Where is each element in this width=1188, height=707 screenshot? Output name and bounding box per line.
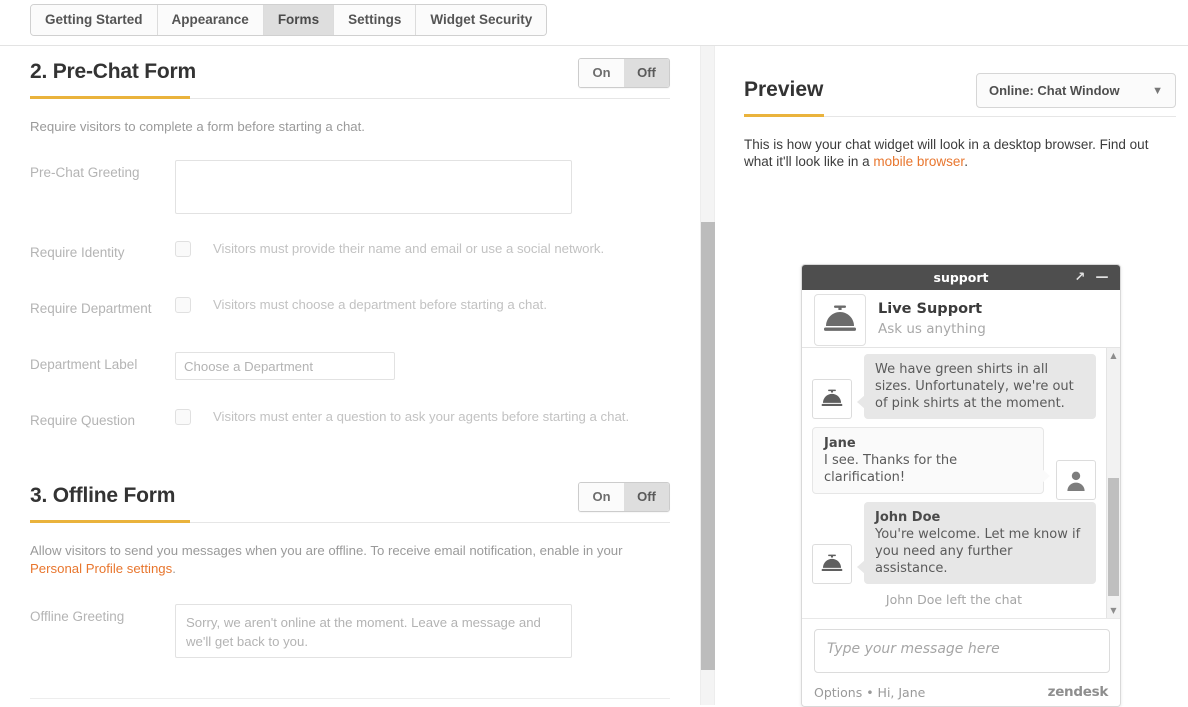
chat-widget-message-list: We have green shirts in all sizes. Unfor… bbox=[802, 348, 1120, 618]
section-offline-form: 3. Offline Form On Off Allow visitors to… bbox=[30, 482, 670, 658]
row-offline-greeting: Offline Greeting Sorry, we aren't online… bbox=[30, 604, 670, 658]
offline-greeting-input[interactable]: Sorry, we aren't online at the moment. L… bbox=[175, 604, 572, 658]
chat-widget-agent-tagline: Ask us anything bbox=[878, 321, 986, 337]
tab-bar: Getting Started Appearance Forms Setting… bbox=[0, 0, 1188, 46]
prechat-toggle[interactable]: On Off bbox=[578, 58, 670, 88]
chat-widget-preview: support ↗ — Live Support Ask us anything bbox=[801, 264, 1121, 707]
service-bell-icon bbox=[812, 379, 852, 419]
offline-description-text1: Allow visitors to send you messages when… bbox=[30, 543, 623, 558]
action-button-row: Save Changes Revert Changes Reset to Def… bbox=[30, 698, 670, 705]
require-department-text: Visitors must choose a department before… bbox=[213, 297, 548, 312]
preview-header: Preview Online: Chat Window ▼ bbox=[744, 73, 1176, 124]
offline-header: 3. Offline Form On Off bbox=[30, 482, 670, 532]
service-bell-icon bbox=[814, 294, 866, 346]
chat-message-bubble: John Doe You're welcome. Let me know if … bbox=[857, 502, 1096, 584]
person-avatar-icon bbox=[1056, 460, 1096, 500]
settings-pane-scrollbar[interactable] bbox=[700, 46, 715, 705]
require-department-label: Require Department bbox=[30, 301, 152, 316]
preview-pane: Preview Online: Chat Window ▼ This is ho… bbox=[716, 46, 1188, 707]
tab-getting-started[interactable]: Getting Started bbox=[31, 5, 158, 35]
offline-title: 3. Offline Form bbox=[30, 484, 176, 507]
chat-message-text: I see. Thanks for the clarification! bbox=[824, 453, 958, 485]
chat-message: John Doe You're welcome. Let me know if … bbox=[812, 502, 1096, 584]
settings-pane-scrollbar-thumb[interactable] bbox=[701, 222, 715, 670]
chat-widget-agent-name: Live Support bbox=[878, 301, 983, 317]
chat-message-author: Jane bbox=[824, 436, 856, 451]
chat-message-input[interactable]: Type your message here bbox=[814, 629, 1110, 673]
offline-divider bbox=[30, 520, 670, 523]
zendesk-brand-label: zendesk bbox=[1047, 684, 1109, 700]
row-require-question: Require Question Visitors must enter a q… bbox=[30, 408, 670, 442]
offline-toggle[interactable]: On Off bbox=[578, 482, 670, 512]
section-prechat-form: 2. Pre-Chat Form On Off Require visitors… bbox=[30, 58, 670, 442]
tab-widget-security[interactable]: Widget Security bbox=[416, 5, 547, 35]
chat-system-message: John Doe left the chat bbox=[885, 592, 1023, 607]
prechat-greeting-input[interactable] bbox=[175, 160, 572, 214]
preview-mode-value: Online: Chat Window bbox=[989, 83, 1120, 98]
row-department-label: Department Label Choose a Department bbox=[30, 352, 670, 386]
chat-message: We have green shirts in all sizes. Unfor… bbox=[812, 354, 1096, 419]
mobile-browser-link[interactable]: mobile browser bbox=[873, 154, 964, 169]
row-require-department: Require Department Visitors must choose … bbox=[30, 296, 670, 330]
offline-description-text2: . bbox=[172, 561, 176, 576]
tab-settings[interactable]: Settings bbox=[334, 5, 417, 35]
offline-greeting-label: Offline Greeting bbox=[30, 609, 125, 624]
department-label-input[interactable]: Choose a Department bbox=[175, 352, 395, 380]
require-department-checkbox[interactable] bbox=[175, 297, 191, 313]
prechat-title: 2. Pre-Chat Form bbox=[30, 60, 196, 83]
preview-description: This is how your chat widget will look i… bbox=[744, 136, 1176, 170]
chat-message: Jane I see. Thanks for the clarification… bbox=[812, 427, 1096, 500]
require-identity-text: Visitors must provide their name and ema… bbox=[213, 241, 605, 256]
offline-description: Allow visitors to send you messages when… bbox=[30, 542, 670, 578]
preview-description-text2: . bbox=[964, 154, 968, 169]
preview-mode-select[interactable]: Online: Chat Window ▼ bbox=[976, 73, 1176, 108]
offline-toggle-off[interactable]: Off bbox=[624, 483, 669, 511]
tab-list: Getting Started Appearance Forms Setting… bbox=[30, 4, 548, 36]
prechat-divider bbox=[30, 96, 670, 99]
service-bell-icon bbox=[812, 544, 852, 584]
prechat-toggle-on[interactable]: On bbox=[579, 59, 624, 87]
chat-widget-agent-header: Live Support Ask us anything bbox=[802, 290, 1120, 348]
chat-widget-footer: Type your message here Options • Hi, Jan… bbox=[802, 618, 1120, 706]
chat-message-text: You're welcome. Let me know if you need … bbox=[875, 527, 1081, 576]
scroll-down-icon[interactable]: ▼ bbox=[1107, 604, 1120, 617]
tab-forms[interactable]: Forms bbox=[263, 5, 335, 35]
offline-toggle-on[interactable]: On bbox=[579, 483, 624, 511]
chat-widget-title: support bbox=[933, 270, 989, 285]
prechat-description: Require visitors to complete a form befo… bbox=[30, 119, 365, 134]
prechat-toggle-off[interactable]: Off bbox=[624, 59, 669, 87]
prechat-header: 2. Pre-Chat Form On Off bbox=[30, 58, 670, 108]
chat-message-bubble: We have green shirts in all sizes. Unfor… bbox=[857, 354, 1096, 419]
chat-message-bubble: Jane I see. Thanks for the clarification… bbox=[812, 427, 1050, 494]
row-prechat-greeting: Pre-Chat Greeting bbox=[30, 160, 670, 214]
chat-message-text: We have green shirts in all sizes. Unfor… bbox=[875, 362, 1074, 411]
tab-appearance[interactable]: Appearance bbox=[157, 5, 264, 35]
require-question-label: Require Question bbox=[30, 413, 136, 428]
minimize-icon[interactable]: — bbox=[1092, 265, 1112, 290]
preview-title: Preview bbox=[744, 78, 824, 101]
prechat-greeting-label: Pre-Chat Greeting bbox=[30, 165, 140, 180]
require-question-text: Visitors must enter a question to ask yo… bbox=[213, 409, 630, 424]
expand-icon[interactable]: ↗ bbox=[1070, 265, 1090, 290]
require-identity-checkbox[interactable] bbox=[175, 241, 191, 257]
preview-divider bbox=[744, 114, 1176, 117]
row-require-identity: Require Identity Visitors must provide t… bbox=[30, 240, 670, 274]
scroll-up-icon[interactable]: ▲ bbox=[1107, 349, 1120, 362]
chevron-down-icon: ▼ bbox=[1152, 84, 1163, 97]
require-identity-label: Require Identity bbox=[30, 245, 125, 260]
chat-message-scrollbar-thumb[interactable] bbox=[1108, 478, 1119, 596]
chat-message-scrollbar[interactable]: ▲ ▼ bbox=[1106, 348, 1120, 618]
chat-options-link[interactable]: Options • Hi, Jane bbox=[814, 685, 925, 700]
department-label-label: Department Label bbox=[30, 357, 138, 372]
require-question-checkbox[interactable] bbox=[175, 409, 191, 425]
personal-profile-settings-link[interactable]: Personal Profile settings bbox=[30, 561, 172, 576]
settings-pane: 2. Pre-Chat Form On Off Require visitors… bbox=[0, 46, 700, 705]
chat-widget-titlebar: support ↗ — bbox=[802, 265, 1120, 290]
chat-message-author: John Doe bbox=[875, 510, 941, 525]
